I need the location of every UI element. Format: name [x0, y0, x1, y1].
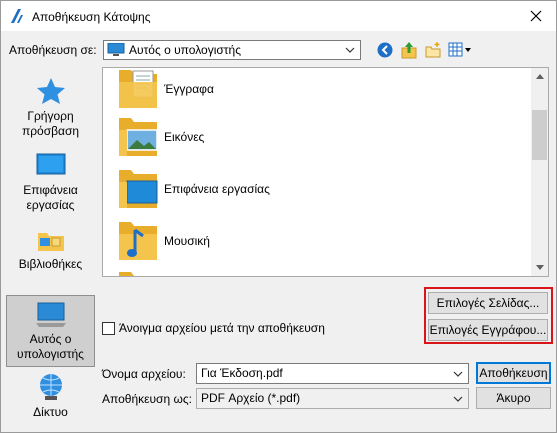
view-menu-button[interactable]	[447, 39, 473, 61]
documents-folder-icon	[119, 70, 157, 108]
file-list[interactable]: Έγγραφα Εικόνες Επιφάνεια εργασίας Μουσι…	[102, 67, 549, 277]
place-desktop[interactable]: Επιφάνεια εργασίας	[6, 153, 95, 217]
star-icon	[36, 78, 65, 104]
place-label: Γρήγορη πρόσβαση	[21, 109, 80, 138]
filename-value: Για Έκδοση.pdf	[201, 366, 283, 380]
chevron-down-icon[interactable]	[450, 365, 466, 382]
save-in-label: Αποθήκευση σε:	[9, 43, 97, 57]
file-item-documents[interactable]: Έγγραφα	[117, 68, 417, 116]
scroll-up-icon[interactable]	[531, 68, 548, 85]
save-dialog: Αποθήκευση Κάτοψης Αποθήκευση σε: Αυτός …	[0, 0, 557, 433]
open-after-save-checkbox[interactable]	[102, 321, 115, 335]
chevron-down-icon[interactable]	[450, 390, 466, 407]
close-icon	[530, 10, 542, 22]
music-folder-icon	[119, 222, 157, 260]
back-icon	[377, 42, 393, 58]
app-logo-icon	[11, 9, 23, 23]
file-list-scrollbar[interactable]	[531, 68, 548, 276]
filename-label: Όνομα αρχείου:	[102, 367, 186, 381]
place-label: Βιβλιοθήκες	[18, 257, 83, 271]
places-bar: Γρήγορη πρόσβαση Επιφάνεια εργασίας Βιβλ…	[6, 67, 95, 429]
computer-icon	[35, 302, 66, 327]
computer-icon	[107, 43, 125, 56]
up-folder-icon	[401, 42, 417, 59]
window-title: Αποθήκευση Κάτοψης	[32, 10, 151, 24]
cancel-button[interactable]: Άκυρο	[476, 387, 551, 409]
desktop-folder-icon	[119, 170, 158, 208]
place-label: Αυτός ο υπολογιστής	[17, 332, 84, 361]
filetype-label: Αποθήκευση ως:	[102, 392, 192, 406]
desktop-icon	[36, 153, 65, 175]
place-quick-access[interactable]: Γρήγορη πρόσβαση	[6, 77, 95, 141]
file-name: Μουσική	[164, 234, 210, 248]
scroll-down-icon[interactable]	[531, 259, 548, 276]
document-options-button[interactable]: Επιλογές Εγγράφου...	[428, 319, 548, 341]
place-network[interactable]: Δίκτυο	[6, 373, 95, 425]
filename-field[interactable]: Για Έκδοση.pdf	[196, 363, 469, 384]
title-bar: Αποθήκευση Κάτοψης	[1, 1, 556, 31]
open-after-save-label: Άνοιγμα αρχείου μετά την αποθήκευση	[119, 321, 325, 335]
network-icon	[39, 374, 62, 400]
file-item-desktop[interactable]: Επιφάνεια εργασίας	[117, 168, 417, 216]
location-value: Αυτός ο υπολογιστής	[129, 43, 241, 57]
pictures-folder-icon	[119, 118, 158, 156]
close-button[interactable]	[520, 3, 552, 29]
file-name: Έγγραφα	[164, 82, 214, 96]
filetype-value: PDF Αρχείο (*.pdf)	[201, 391, 301, 405]
file-item-pictures[interactable]: Εικόνες	[117, 116, 417, 164]
scrollbar-thumb[interactable]	[532, 110, 547, 160]
save-button[interactable]: Αποθήκευση	[476, 362, 551, 384]
page-options-button[interactable]: Επιλογές Σελίδας...	[428, 292, 548, 314]
libraries-icon	[37, 233, 64, 251]
place-this-pc[interactable]: Αυτός ο υπολογιστής	[6, 295, 95, 367]
up-folder-button[interactable]	[398, 39, 420, 61]
back-button[interactable]	[374, 39, 396, 61]
filetype-select[interactable]: PDF Αρχείο (*.pdf)	[196, 388, 469, 409]
file-name: Εικόνες	[164, 130, 205, 144]
folder-icon	[119, 272, 157, 276]
new-folder-icon	[425, 42, 441, 58]
place-label: Δίκτυο	[33, 405, 68, 419]
chevron-down-icon	[342, 42, 358, 58]
new-folder-button[interactable]	[422, 39, 444, 61]
place-libraries[interactable]: Βιβλιοθήκες	[6, 227, 95, 277]
file-item-music[interactable]: Μουσική	[117, 220, 417, 268]
view-menu-icon	[448, 42, 471, 57]
location-dropdown[interactable]: Αυτός ο υπολογιστής	[103, 40, 361, 60]
file-name: Επιφάνεια εργασίας	[164, 182, 270, 196]
file-item-partial[interactable]	[117, 270, 417, 276]
open-after-save-option[interactable]: Άνοιγμα αρχείου μετά την αποθήκευση	[102, 321, 325, 335]
place-label: Επιφάνεια εργασίας	[23, 183, 78, 212]
